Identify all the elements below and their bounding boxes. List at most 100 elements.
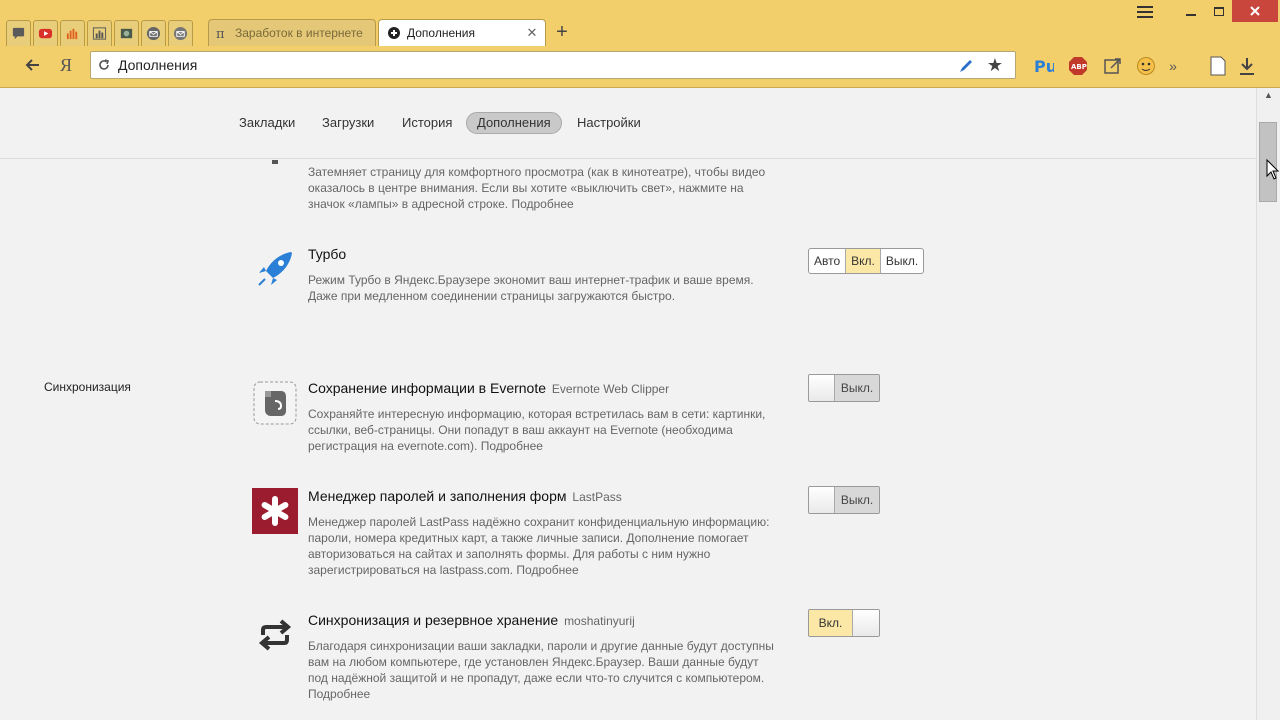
addon-description: Благодаря синхронизации ваши закладки, п… <box>308 638 778 702</box>
addon-subtitle: LastPass <box>572 490 622 504</box>
yandex-logo[interactable]: Я <box>57 54 75 76</box>
share-icon <box>1104 58 1121 74</box>
pinned-tab-photo[interactable] <box>114 20 139 46</box>
maximize-icon <box>1214 7 1224 16</box>
pu-icon: Pu <box>1034 57 1054 75</box>
page-icon <box>1210 56 1226 76</box>
toggle-label: Вкл. <box>809 610 853 636</box>
turbo-option-off[interactable]: Выкл. <box>881 249 923 273</box>
svg-text:π: π <box>216 27 225 40</box>
nav-tab-addons[interactable]: Дополнения <box>466 112 562 134</box>
svg-text:ABP: ABP <box>1071 63 1087 71</box>
rocket-icon <box>252 246 298 292</box>
addon-description: Затемняет страницу для комфортного просм… <box>308 164 778 212</box>
pinned-tab-youtube[interactable] <box>33 20 58 46</box>
minimize-icon <box>1186 14 1196 16</box>
more-link[interactable]: Подробнее <box>516 563 578 577</box>
bar-chart-icon <box>66 28 78 40</box>
close-icon <box>1250 6 1260 16</box>
addon-toggle[interactable]: Выкл. <box>808 374 880 402</box>
svg-text:Pu: Pu <box>1034 57 1054 75</box>
pen-icon[interactable] <box>957 57 975 75</box>
settings-nav: Закладки Загрузки История Дополнения Нас… <box>0 88 1256 159</box>
adblock-icon: ABP <box>1069 57 1087 75</box>
page-button[interactable] <box>1207 55 1229 77</box>
section-label-sync: Синхронизация <box>44 380 131 394</box>
arrow-left-icon <box>25 59 39 71</box>
pinned-tab-stats-2[interactable] <box>87 20 112 46</box>
evernote-icon <box>252 380 298 426</box>
pinned-tab-mail-2[interactable] <box>168 20 193 46</box>
mail-icon <box>146 26 161 41</box>
back-button[interactable] <box>22 54 44 76</box>
star-icon[interactable]: ★ <box>985 55 1005 75</box>
turbo-mode-selector: Авто Вкл. Выкл. <box>808 248 925 274</box>
window-close-button[interactable] <box>1232 0 1278 22</box>
pinned-tab-stats[interactable] <box>60 20 85 46</box>
addons-page: Закладки Загрузки История Дополнения Нас… <box>0 88 1256 720</box>
tab-title: Заработок в интернете <box>235 26 363 40</box>
browser-chrome: π Заработок в интернете Дополнения ✕ + Я <box>0 0 1280 88</box>
addon-toggle[interactable]: Выкл. <box>808 486 880 514</box>
pinned-tab-chat[interactable] <box>6 20 31 46</box>
lastpass-icon <box>252 488 298 534</box>
description-text: Благодаря синхронизации ваши закладки, п… <box>308 639 774 685</box>
turbo-option-auto[interactable]: Авто <box>809 249 847 273</box>
addon-toggle[interactable]: Вкл. <box>808 609 880 637</box>
extension-adblock[interactable]: ABP <box>1067 55 1089 77</box>
face-icon <box>1137 57 1155 75</box>
mail-icon <box>173 26 188 41</box>
pinned-tab-mail[interactable] <box>141 20 166 46</box>
tab-title: Дополнения <box>407 26 475 40</box>
maximize-button[interactable] <box>1208 0 1230 24</box>
download-icon <box>1240 58 1254 75</box>
more-extensions-button[interactable]: » <box>1164 55 1182 77</box>
addon-description: Сохраняйте интересную информацию, котора… <box>308 406 778 454</box>
addon-name: Менеджер паролей и заполнения форм LastP… <box>308 488 622 504</box>
close-icon[interactable]: ✕ <box>525 26 539 40</box>
address-bar[interactable]: Дополнения ★ <box>90 51 1016 79</box>
browser-menu-button[interactable] <box>1132 0 1158 24</box>
toggle-knob <box>809 375 835 401</box>
address-text[interactable]: Дополнения <box>118 57 197 73</box>
addon-description: Режим Турбо в Яндекс.Браузере экономит в… <box>308 272 778 304</box>
chat-icon <box>12 27 25 40</box>
extension-pu[interactable]: Pu <box>1033 55 1055 77</box>
extension-share[interactable] <box>1102 55 1124 77</box>
nav-tab-history[interactable]: История <box>392 112 462 134</box>
scroll-up-arrow-icon[interactable]: ▲ <box>1264 90 1273 100</box>
addon-title: Менеджер паролей и заполнения форм <box>308 488 567 504</box>
toolbar: Я Дополнения ★ Pu ABP » <box>0 46 1280 88</box>
page-scrollbar[interactable]: ▲ <box>1256 88 1280 720</box>
toggle-label: Выкл. <box>835 375 879 401</box>
more-link[interactable]: Подробнее <box>481 439 543 453</box>
puzzle-icon <box>388 27 400 39</box>
addon-name: Синхронизация и резервное хранение mosha… <box>308 612 635 628</box>
bar-chart-icon <box>92 27 107 40</box>
turbo-option-on[interactable]: Вкл. <box>846 249 881 273</box>
nav-tab-bookmarks[interactable]: Закладки <box>229 112 305 134</box>
reload-icon[interactable] <box>97 58 111 72</box>
downloads-button[interactable] <box>1236 55 1258 77</box>
more-link[interactable]: Подробнее <box>511 197 573 211</box>
menu-icon <box>1137 6 1153 18</box>
tab-active[interactable]: Дополнения ✕ <box>378 19 546 46</box>
addon-description: Менеджер паролей LastPass надёжно сохран… <box>308 514 778 578</box>
new-tab-button[interactable]: + <box>552 22 572 42</box>
nav-tab-settings[interactable]: Настройки <box>567 112 651 134</box>
addon-name: Турбо <box>308 246 347 262</box>
mouse-cursor-icon <box>1266 159 1280 180</box>
nav-tab-downloads[interactable]: Загрузки <box>312 112 384 134</box>
pi-icon: π <box>216 27 225 40</box>
toggle-knob <box>809 487 835 513</box>
addon-title: Синхронизация и резервное хранение <box>308 612 559 628</box>
more-link[interactable]: Подробнее <box>308 687 370 701</box>
addon-subtitle: moshatinyurij <box>564 614 635 628</box>
toggle-label: Выкл. <box>835 487 879 513</box>
tab-strip: π Заработок в интернете Дополнения ✕ + <box>0 0 1280 46</box>
toggle-knob <box>853 610 879 636</box>
tab-background[interactable]: π Заработок в интернете <box>208 19 376 46</box>
minimize-button[interactable] <box>1180 0 1202 24</box>
addon-title: Сохранение информации в Evernote <box>308 380 547 396</box>
extension-face[interactable] <box>1135 55 1157 77</box>
